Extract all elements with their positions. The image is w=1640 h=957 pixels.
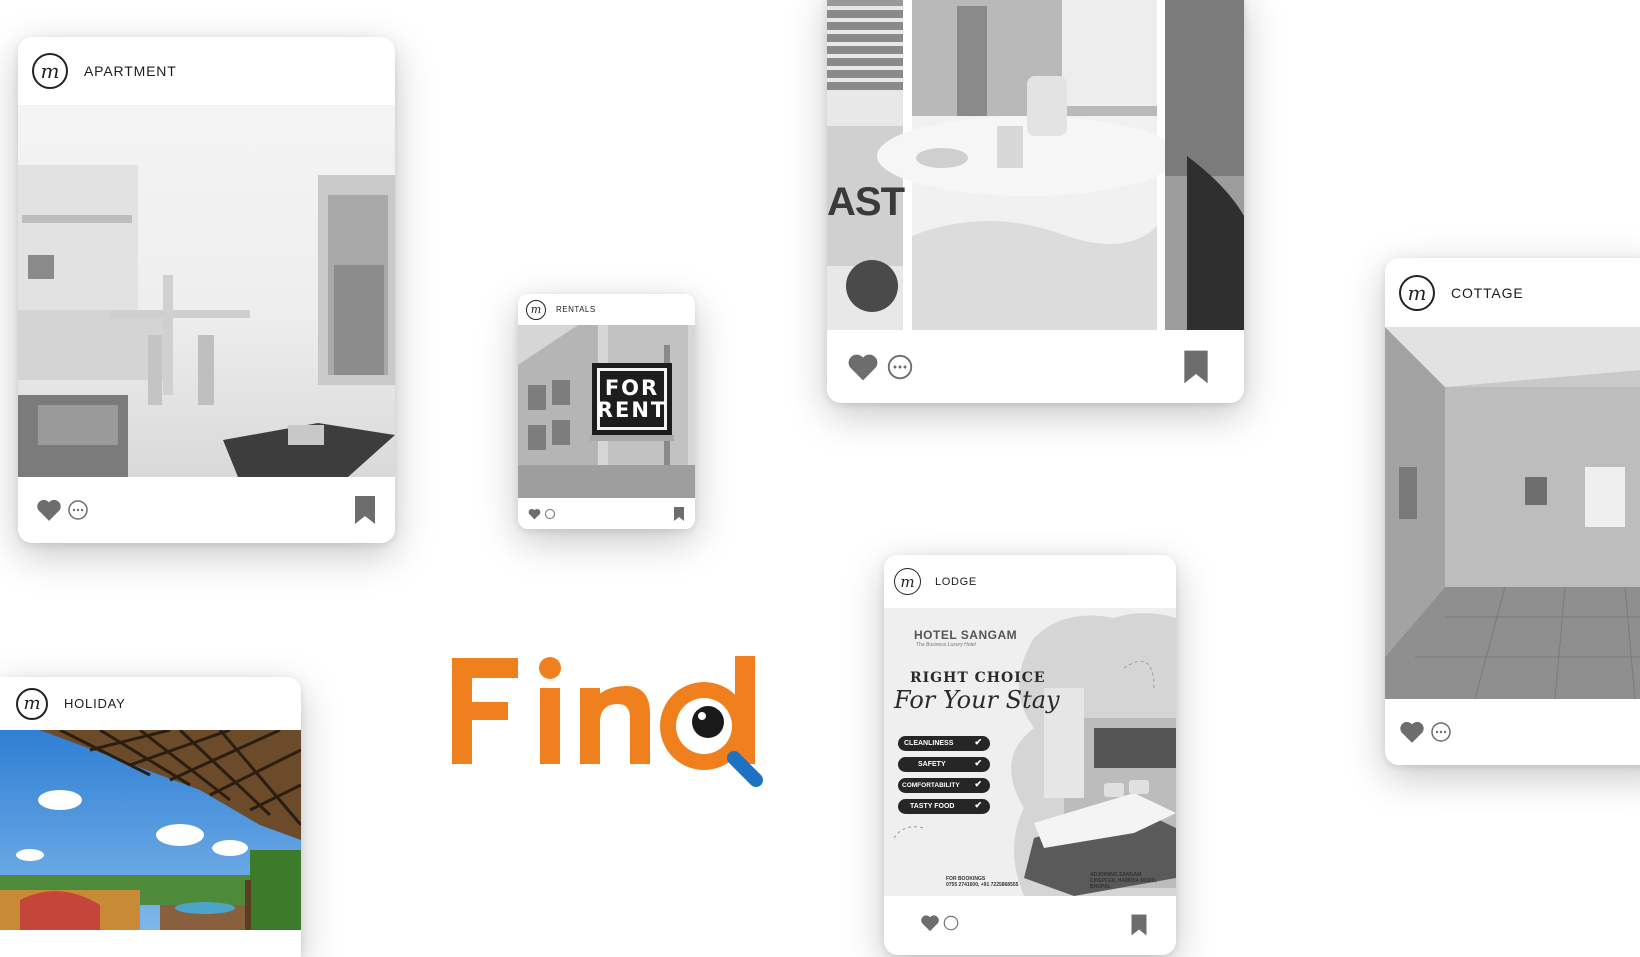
logo-m-icon: m — [32, 53, 68, 89]
bookmark-icon[interactable] — [1130, 914, 1148, 936]
hotel-name: HOTEL SANGAM — [914, 628, 1018, 642]
post-card-rentals[interactable]: m RENTALS FOR RENT — [518, 294, 695, 529]
heart-icon[interactable] — [1399, 720, 1425, 744]
check-icon: ✔ — [974, 758, 982, 768]
comment-icon[interactable] — [544, 508, 556, 520]
rent-sign-line1: FOR — [604, 376, 660, 400]
comment-icon[interactable] — [66, 498, 90, 522]
card-header: m COTTAGE — [1385, 258, 1640, 327]
logo-m-icon: m — [526, 299, 546, 320]
rent-sign: FOR RENT — [596, 371, 668, 427]
feature-list: CLEANLINESS ✔ SAFETY ✔ COMFORTABILITY ✔ TAS… — [898, 736, 990, 820]
feature-pill: COMFORTABILITY ✔ — [898, 778, 990, 793]
card-actions — [518, 498, 695, 529]
card-header: m HOLIDAY — [0, 677, 301, 730]
bookmark-icon[interactable] — [353, 496, 377, 524]
comment-icon[interactable] — [885, 352, 915, 382]
card-header: m LODGE — [884, 555, 1176, 608]
feature-pill: CLEANLINESS ✔ — [898, 736, 990, 751]
heart-icon[interactable] — [36, 498, 62, 522]
heart-icon[interactable] — [920, 914, 940, 932]
heart-icon[interactable] — [847, 352, 879, 382]
card-actions — [827, 330, 1244, 403]
hotel-tagline: The Business Luxury Hotel — [916, 642, 976, 648]
post-card-apartment[interactable]: m APARTMENT — [18, 37, 395, 543]
card-label: RENTALS — [556, 305, 596, 314]
card-actions — [884, 896, 1176, 955]
lodge-script-line: For Your Stay — [894, 686, 1060, 714]
card-label: COTTAGE — [1451, 284, 1524, 301]
check-icon: ✔ — [974, 800, 982, 810]
post-card-breakfast[interactable]: AST — [827, 0, 1244, 403]
logo-m-icon: m — [894, 568, 921, 595]
comment-icon[interactable] — [1429, 720, 1453, 744]
logo-m-icon: m — [1399, 274, 1435, 311]
post-card-cottage[interactable]: m COTTAGE — [1385, 258, 1640, 765]
cottage-photo[interactable] — [1385, 327, 1640, 699]
holiday-photo[interactable] — [0, 730, 301, 930]
post-card-lodge[interactable]: m LODGE HOTEL SANGAM The Business Luxury… — [884, 555, 1176, 955]
lodge-headline: RIGHT CHOICE — [910, 670, 1046, 686]
rentals-photo[interactable]: FOR RENT — [518, 325, 695, 498]
card-label: APARTMENT — [84, 63, 177, 79]
card-actions — [1385, 699, 1640, 765]
apartment-photo[interactable] — [18, 105, 395, 477]
heart-icon[interactable] — [528, 508, 541, 520]
brand-logo — [450, 640, 780, 820]
logo-m-icon: m — [16, 687, 48, 720]
bookmark-icon[interactable] — [673, 506, 685, 521]
bookmark-icon[interactable] — [1182, 350, 1210, 384]
breakfast-collage[interactable]: AST — [827, 0, 1244, 330]
lodge-flyer[interactable]: HOTEL SANGAM The Business Luxury Hotel R… — [884, 608, 1176, 896]
check-icon: ✔ — [974, 779, 982, 789]
post-card-holiday[interactable]: m HOLIDAY — [0, 677, 301, 957]
feature-pill: SAFETY ✔ — [898, 757, 990, 772]
check-icon: ✔ — [974, 737, 982, 747]
card-label: LODGE — [935, 575, 977, 588]
booking-info: FOR BOOKINGS 0755 2741600, +91 722586855… — [946, 876, 1019, 888]
rent-sign-line2: RENT — [596, 398, 668, 422]
feature-pill: TASTY FOOD ✔ — [898, 799, 990, 814]
comment-icon[interactable] — [942, 914, 960, 932]
card-header: m APARTMENT — [18, 37, 395, 105]
breakfast-sign-text: AST — [827, 180, 905, 224]
card-actions — [18, 477, 395, 543]
card-label: HOLIDAY — [64, 696, 126, 711]
card-header: m RENTALS — [518, 294, 695, 325]
address-info: ADJOINING SANGAM CINEPLEX, HAMIDIA ROAD,… — [1090, 872, 1157, 890]
